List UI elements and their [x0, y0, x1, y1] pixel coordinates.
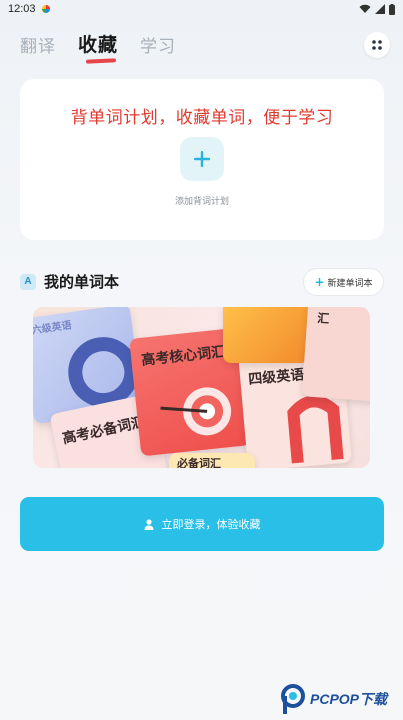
plus-icon: + — [314, 275, 325, 289]
plus-icon — [194, 151, 210, 167]
status-icons — [359, 3, 395, 15]
add-plan-label: 添加背词计划 — [174, 197, 229, 207]
watermark: PCPOP下载 — [280, 684, 387, 714]
book-label: 高考必备词汇 — [60, 414, 147, 448]
grid-menu-button[interactable] — [364, 32, 390, 58]
user-icon — [144, 518, 153, 530]
login-button-label: 立即登录，体验收藏 — [161, 518, 261, 531]
tab-favorites[interactable]: 收藏 — [78, 30, 118, 57]
status-bar: 12:03 — [0, 0, 403, 18]
book-cover-orange — [223, 307, 309, 363]
tab-study[interactable]: 学习 — [140, 32, 176, 57]
wifi-icon — [359, 4, 371, 13]
plan-card-title: 背单词计划，收藏单词，便于学习 — [70, 108, 334, 128]
watermark-text: PCPOP下载 — [310, 691, 388, 707]
wordbook-banner[interactable]: 六级英语 高考必备词汇 高考核心词汇 四级英语词汇 汇 必备词汇 — [33, 307, 370, 468]
app-notification-icon — [41, 5, 50, 13]
wordbook-section-header: A 我的单词本 — [20, 271, 119, 292]
book-cover-yellow: 必备词汇 — [169, 453, 255, 468]
pcpop-logo-icon — [281, 684, 305, 714]
new-wordbook-button[interactable]: + 新建单词本 — [303, 268, 384, 296]
target-icon — [160, 387, 232, 436]
login-button[interactable]: 立即登录，体验收藏 — [20, 497, 384, 551]
book-label: 高考核心词汇 — [140, 344, 226, 369]
book-label: 汇 — [316, 311, 330, 326]
new-wordbook-label: 新建单词本 — [327, 278, 373, 289]
wordbook-icon: A — [20, 273, 36, 290]
book-cover-light: 汇 — [301, 307, 370, 402]
add-plan-button[interactable] — [180, 137, 224, 181]
grid-dots-icon — [372, 40, 382, 50]
status-time: 12:03 — [8, 3, 36, 15]
top-tabs: 翻译 收藏 学习 — [20, 30, 176, 57]
book-art-icon — [287, 395, 344, 464]
battery-icon — [389, 3, 395, 15]
section-title: 我的单词本 — [44, 273, 120, 291]
tab-translate[interactable]: 翻译 — [20, 32, 56, 57]
study-plan-card: 背单词计划，收藏单词，便于学习 添加背词计划 — [20, 79, 384, 240]
book-label: 必备词汇 — [177, 457, 221, 468]
signal-icon — [375, 4, 385, 14]
